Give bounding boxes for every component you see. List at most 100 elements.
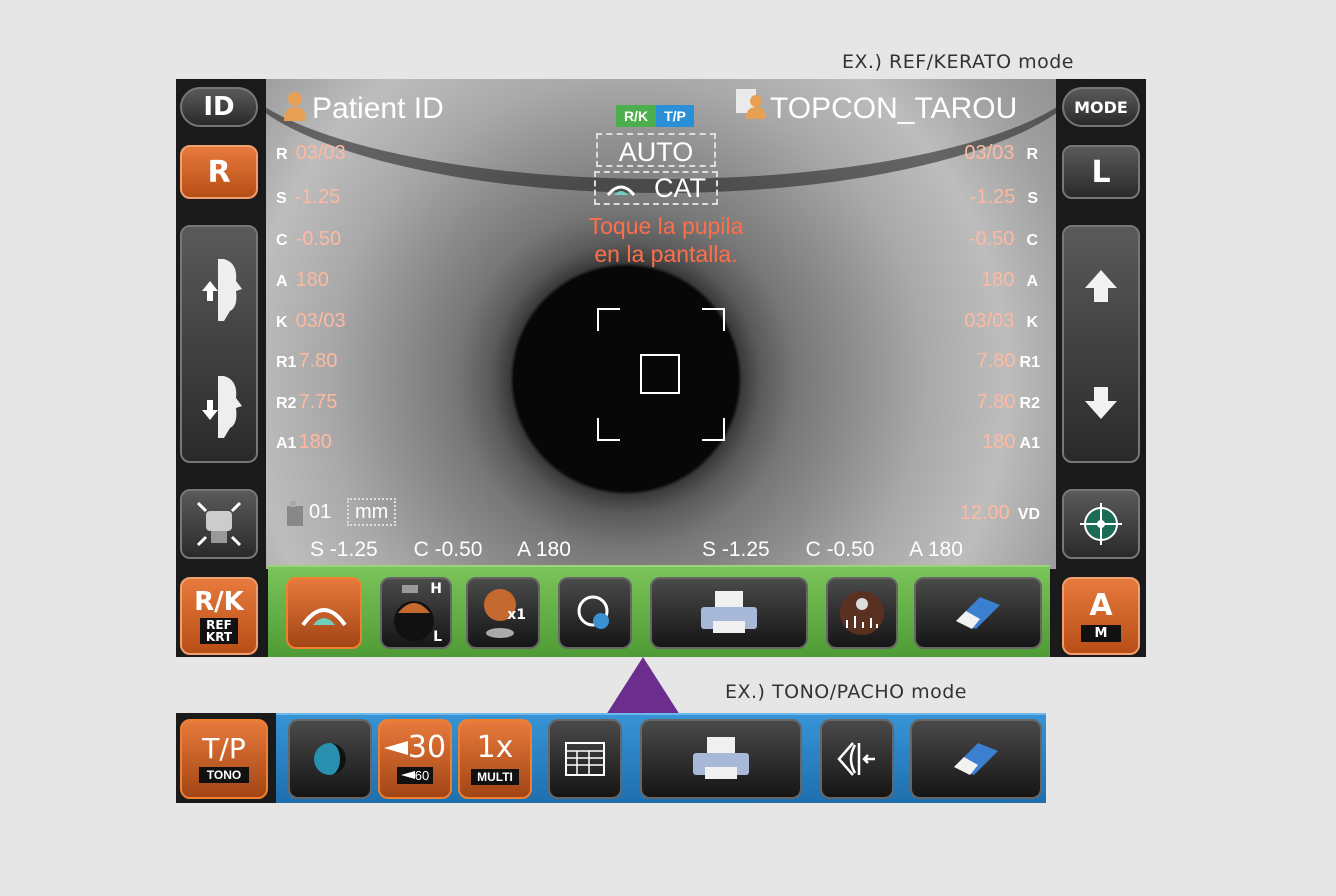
peripheral-icon — [577, 595, 609, 629]
reading-key: S — [1027, 190, 1038, 207]
summary-line-left-eye: S -1.25 C -0.50 A 180 — [702, 538, 963, 562]
pressure-top-row: 30 — [383, 729, 447, 765]
print-button[interactable] — [650, 577, 808, 649]
reading-key: C — [276, 232, 288, 249]
reading-key: R — [1026, 146, 1038, 163]
air-pressure-button[interactable]: 30 60 — [378, 719, 452, 799]
peripheral-measure-button[interactable] — [558, 577, 632, 649]
right-eye-button[interactable]: R — [180, 145, 258, 199]
reading-row: 180 A — [981, 270, 1038, 292]
patient-icon — [284, 92, 306, 121]
a-label: A — [517, 538, 531, 561]
vd-value: 12.00 — [959, 502, 1010, 524]
patient-id-label[interactable]: Patient ID — [312, 92, 444, 126]
reading-value: -1.25 — [294, 186, 341, 208]
tono-printer-icon — [693, 737, 749, 779]
reading-value: -1.25 — [969, 186, 1016, 208]
vd-readout: 12.00 VD — [960, 503, 1040, 525]
data-count: 01 — [309, 501, 332, 523]
pressure-bottom-value: 60 — [414, 767, 430, 783]
reading-value: 180 — [982, 431, 1016, 453]
cataract-mode-button[interactable] — [286, 577, 362, 649]
reading-key: R2 — [1019, 395, 1040, 412]
reading-row: R2 7.75 — [276, 392, 337, 414]
reading-row: 03/03 R — [964, 143, 1038, 165]
arrow-down-icon[interactable] — [1081, 383, 1121, 423]
pacho-alignment-button[interactable] — [820, 719, 894, 799]
vd-key: VD — [1017, 506, 1040, 523]
ref-kerato-toolbar: H L x1 — [268, 565, 1050, 657]
chinrest-height-button[interactable]: H L — [380, 577, 452, 649]
height-control[interactable] — [1062, 225, 1140, 463]
reading-row: K 03/03 — [276, 311, 346, 333]
s-value: -1.25 — [329, 538, 378, 561]
alignment-reticle — [597, 308, 725, 441]
tono-eraser-icon — [954, 743, 998, 775]
reading-value: 7.75 — [298, 391, 338, 413]
reading-key: A — [276, 273, 288, 290]
crosshair-icon — [1080, 503, 1122, 545]
reading-value: 03/03 — [295, 310, 346, 332]
cat-mode-box[interactable]: CAT — [594, 171, 718, 205]
retro-illumination-icon — [840, 591, 884, 635]
reading-value: 03/03 — [964, 142, 1015, 164]
target-button[interactable] — [1062, 489, 1140, 559]
tp-badge: T/P — [656, 105, 694, 127]
reading-row: -1.25 S — [970, 187, 1038, 209]
ref-kerato-screen: ID R R/K REF KRT MODE L A M Patient ID R… — [176, 79, 1146, 657]
tono-print-button[interactable] — [640, 719, 802, 799]
reading-row: -0.50 C — [969, 229, 1038, 251]
pressure-top-value: 30 — [407, 729, 447, 765]
c-value: -0.50 — [826, 538, 875, 561]
rk-badge: R/K — [616, 105, 656, 127]
c-label: C — [413, 538, 429, 561]
c-value: -0.50 — [434, 538, 483, 561]
reading-key: R1 — [276, 354, 297, 371]
a-label: A — [909, 538, 923, 561]
retro-illumination-button[interactable] — [826, 577, 898, 649]
id-button[interactable]: ID — [180, 87, 258, 127]
chinrest-control[interactable] — [180, 225, 258, 463]
reading-row: 180 A1 — [982, 432, 1040, 454]
mode-button[interactable]: MODE — [1062, 87, 1140, 127]
reading-value: 7.80 — [976, 350, 1016, 372]
pointer-arrow-icon — [606, 657, 680, 715]
tono-clear-button[interactable] — [910, 719, 1042, 799]
alignment-head-icon — [196, 501, 242, 547]
data-list-button[interactable] — [548, 719, 622, 799]
chinrest-up-icon[interactable] — [194, 251, 244, 321]
rk-mode-button[interactable]: R/K REF KRT — [180, 577, 258, 655]
operator-name[interactable]: TOPCON_TAROU — [770, 92, 1017, 126]
reading-key: A1 — [1019, 435, 1040, 452]
reading-row: 03/03 K — [964, 311, 1038, 333]
s-value: -1.25 — [721, 538, 770, 561]
chinrest-l-label: L — [433, 629, 442, 645]
auto-manual-button[interactable]: A M — [1062, 577, 1140, 655]
reading-value: 7.80 — [298, 350, 338, 372]
reading-value: 03/03 — [295, 142, 346, 164]
measurement-count-button[interactable]: x1 — [466, 577, 540, 649]
reading-row: 7.80 R1 — [977, 351, 1040, 373]
eye-sensor-button[interactable] — [288, 719, 372, 799]
unit-toggle[interactable]: mm — [347, 498, 397, 526]
tp-mode-button[interactable]: T/P TONO — [180, 719, 268, 799]
chinrest-h-label: H — [430, 581, 442, 597]
left-eye-button[interactable]: L — [1062, 145, 1140, 199]
auto-mode-box[interactable]: AUTO — [596, 133, 716, 167]
tp-mode-sublabel: TONO — [198, 767, 250, 783]
auto-alignment-button[interactable] — [180, 489, 258, 559]
cataract-icon — [606, 185, 636, 196]
cornea-thickness-icon — [837, 742, 875, 776]
reading-key: R — [276, 146, 288, 163]
multi-measure-button[interactable]: 1x MULTI — [458, 719, 532, 799]
printer-icon — [701, 591, 757, 633]
reading-value: 7.80 — [976, 391, 1016, 413]
data-count-icon — [287, 501, 303, 526]
reading-row: 7.80 R2 — [977, 392, 1040, 414]
a-value: 180 — [927, 538, 963, 561]
arrow-up-icon[interactable] — [1081, 266, 1121, 306]
clear-button[interactable] — [914, 577, 1042, 649]
multi-top-label: 1x — [476, 730, 514, 765]
chinrest-down-icon[interactable] — [194, 368, 244, 438]
instruction-line-2: en la pantalla. — [594, 241, 738, 267]
